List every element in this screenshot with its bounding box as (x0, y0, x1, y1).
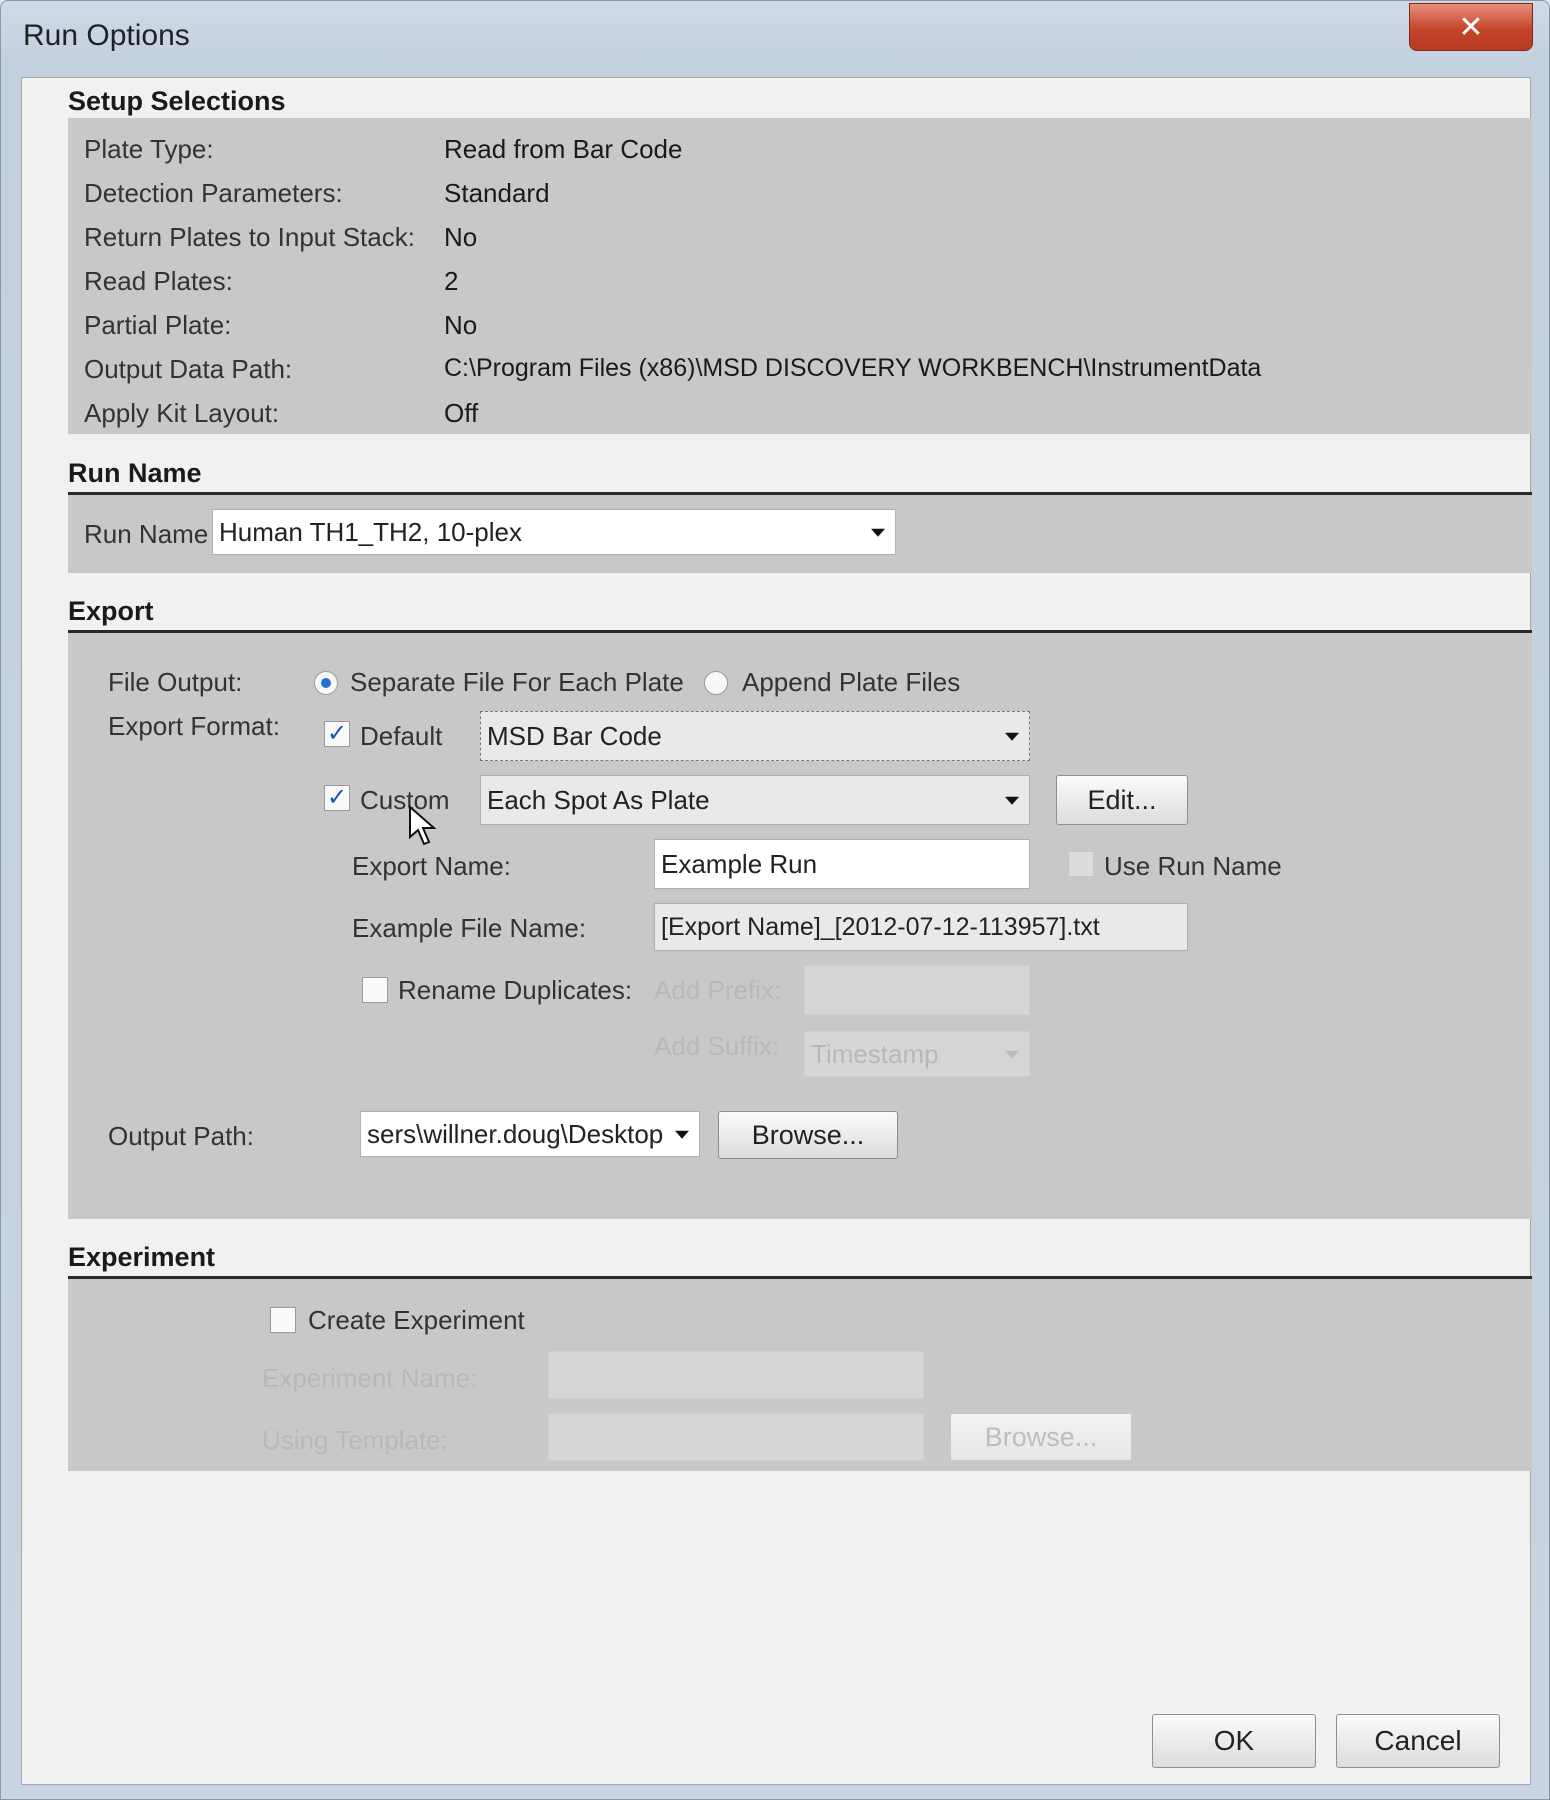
plate-type-label: Plate Type: (84, 134, 214, 164)
default-format-value: MSD Bar Code (487, 720, 662, 751)
export-panel: File Output: Separate File For Each Plat… (68, 633, 1532, 1219)
using-template-label: Using Template: (262, 1425, 448, 1455)
read-plates-label: Read Plates: (84, 266, 233, 296)
template-input[interactable] (548, 1413, 924, 1461)
experiment-panel: Create Experiment Experiment Name: Using… (68, 1279, 1532, 1471)
setup-section-title: Setup Selections (68, 86, 286, 116)
add-prefix-input[interactable] (804, 965, 1030, 1015)
add-suffix-value: Timestamp (811, 1038, 939, 1069)
rename-duplicates-label[interactable]: Rename Duplicates: (398, 975, 632, 1006)
radio-append-label[interactable]: Append Plate Files (742, 667, 960, 698)
custom-format-combo[interactable]: Each Spot As Plate (480, 775, 1030, 825)
return-plates-value: No (444, 222, 478, 252)
output-data-path-value: C:\Program Files (x86)\MSD DISCOVERY WOR… (444, 354, 1262, 382)
add-suffix-label: Add Suffix: (654, 1031, 780, 1061)
dialog-body: Setup Selections Plate Type: Read from B… (21, 77, 1532, 1785)
detection-params-label: Detection Parameters: (84, 178, 343, 208)
rename-duplicates-checkbox[interactable] (362, 977, 388, 1003)
read-plates-value: 2 (444, 266, 459, 296)
title-bar[interactable]: Run Options ✕ (1, 1, 1549, 77)
detection-params-value: Standard (444, 178, 550, 208)
run-name-value: Human TH1_TH2, 10-plex (219, 516, 522, 547)
add-prefix-label: Add Prefix: (654, 975, 782, 1005)
chevron-down-icon[interactable] (675, 1130, 689, 1139)
window-title: Run Options (23, 19, 190, 52)
radio-separate-file[interactable] (314, 671, 338, 695)
export-name-label: Export Name: (352, 851, 511, 881)
file-output-label: File Output: (108, 667, 243, 697)
default-checkbox[interactable]: ✓ (324, 721, 350, 747)
add-suffix-combo[interactable]: Timestamp (804, 1031, 1030, 1077)
chevron-down-icon[interactable] (1005, 732, 1019, 741)
run-name-combo[interactable]: Human TH1_TH2, 10-plex (212, 509, 896, 555)
return-plates-label: Return Plates to Input Stack: (84, 222, 415, 252)
template-browse-button[interactable]: Browse... (950, 1413, 1132, 1461)
setup-panel: Plate Type: Read from Bar Code Detection… (68, 118, 1532, 434)
custom-checkbox[interactable]: ✓ (324, 785, 350, 811)
default-label[interactable]: Default (360, 721, 442, 752)
output-path-value: sers\willner.doug\Desktop (367, 1118, 664, 1149)
example-file-field: [Export Name]_[2012-07-12-113957].txt (654, 903, 1188, 951)
close-icon: ✕ (1458, 10, 1484, 44)
plate-type-value: Read from Bar Code (444, 134, 683, 164)
chevron-down-icon[interactable] (1005, 1050, 1019, 1059)
create-experiment-checkbox[interactable] (270, 1307, 296, 1333)
run-options-dialog: Run Options ✕ Setup Selections Plate Typ… (0, 0, 1550, 1800)
output-path-label: Output Path: (108, 1121, 254, 1151)
partial-plate-value: No (444, 310, 478, 340)
use-run-name-label[interactable]: Use Run Name (1104, 851, 1282, 882)
ok-button[interactable]: OK (1152, 1714, 1316, 1768)
chevron-down-icon[interactable] (1005, 796, 1019, 805)
default-format-combo[interactable]: MSD Bar Code (480, 711, 1030, 761)
example-file-value: [Export Name]_[2012-07-12-113957].txt (661, 912, 1100, 941)
experiment-name-label: Experiment Name: (262, 1363, 478, 1393)
output-path-combo[interactable]: sers\willner.doug\Desktop (360, 1111, 700, 1157)
export-name-value: Example Run (661, 848, 818, 879)
experiment-section-title: Experiment (68, 1242, 216, 1272)
radio-separate-label[interactable]: Separate File For Each Plate (350, 667, 684, 698)
export-format-label: Export Format: (108, 711, 280, 741)
run-name-panel: Run Name Human TH1_TH2, 10-plex (68, 495, 1532, 573)
run-name-section-title: Run Name (68, 458, 202, 488)
edit-button[interactable]: Edit... (1056, 775, 1188, 825)
cancel-button[interactable]: Cancel (1336, 1714, 1500, 1768)
chevron-down-icon[interactable] (871, 528, 885, 537)
radio-append-files[interactable] (704, 671, 728, 695)
apply-kit-layout-value: Off (444, 398, 479, 428)
create-experiment-label[interactable]: Create Experiment (308, 1305, 525, 1336)
use-run-name-checkbox[interactable] (1068, 851, 1094, 877)
mouse-cursor-icon (409, 805, 437, 846)
partial-plate-label: Partial Plate: (84, 310, 232, 340)
export-name-input[interactable]: Example Run (654, 839, 1030, 889)
close-button[interactable]: ✕ (1409, 3, 1533, 51)
example-file-label: Example File Name: (352, 913, 587, 943)
experiment-name-input[interactable] (548, 1351, 924, 1399)
run-name-label: Run Name (84, 519, 209, 549)
apply-kit-layout-label: Apply Kit Layout: (84, 398, 280, 428)
export-section-title: Export (68, 596, 154, 626)
custom-format-value: Each Spot As Plate (487, 784, 710, 815)
output-data-path-label: Output Data Path: (84, 354, 293, 384)
output-browse-button[interactable]: Browse... (718, 1111, 898, 1159)
